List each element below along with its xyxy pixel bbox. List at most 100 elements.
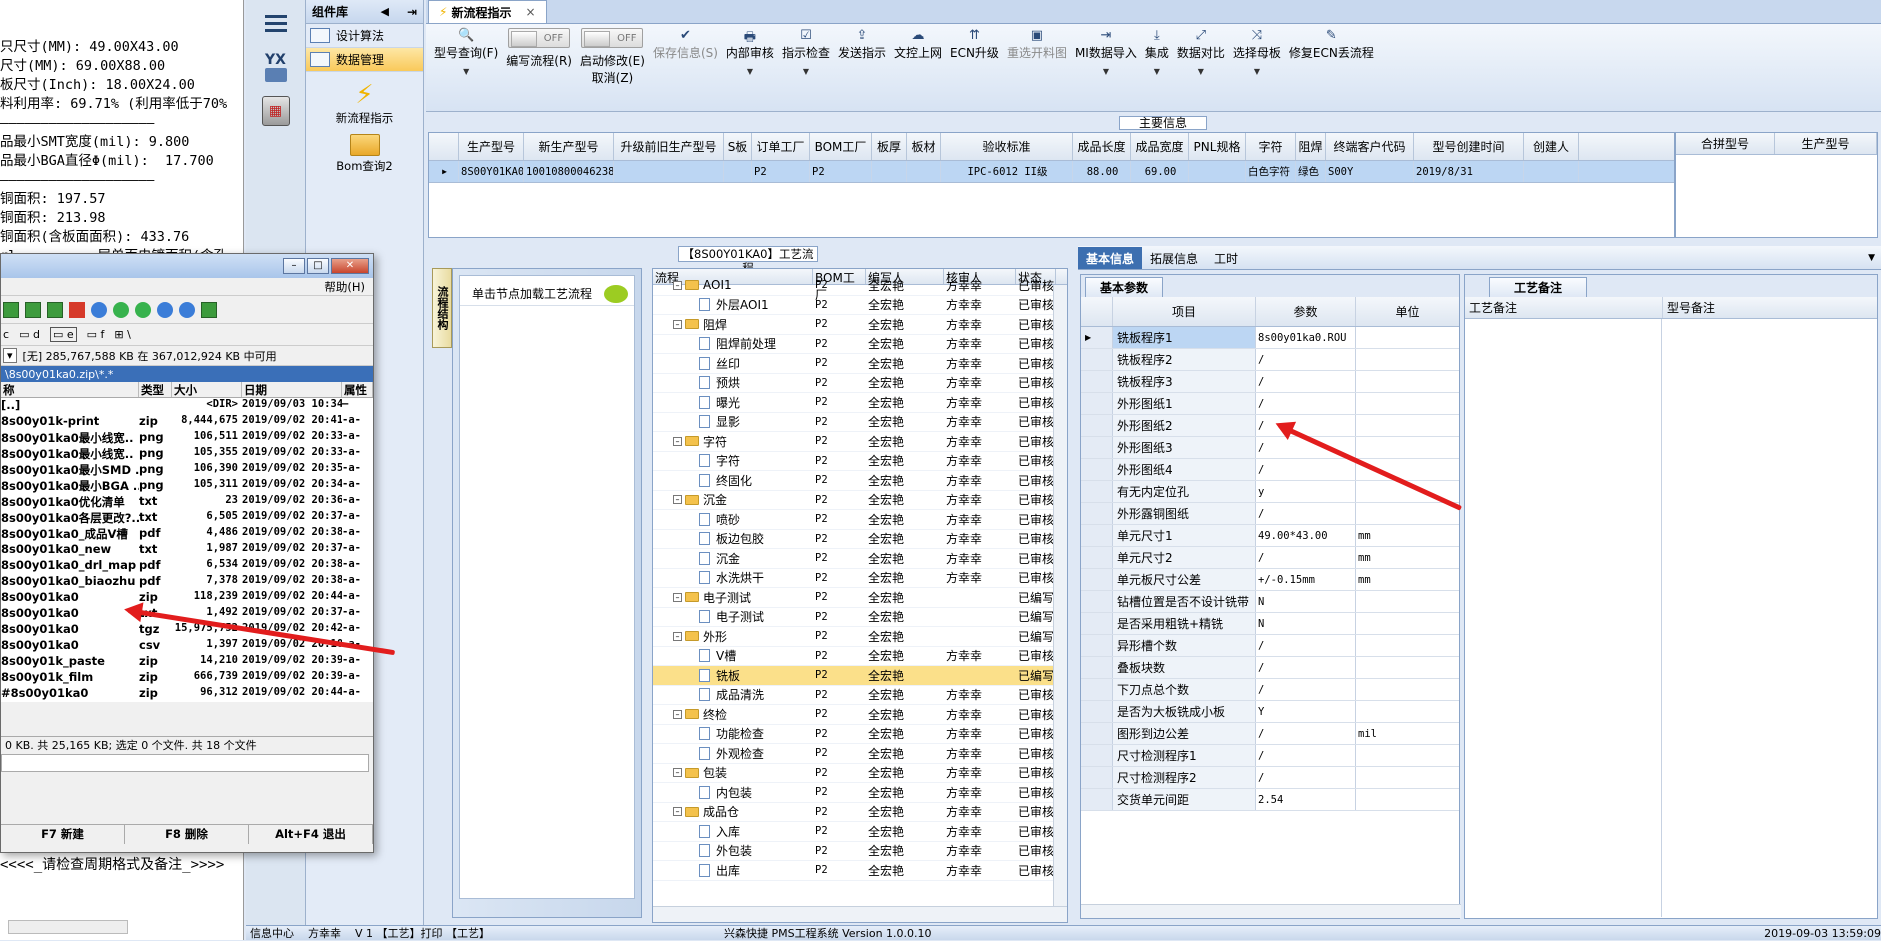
flow-tree-row[interactable]: – 包装 P2 全宏艳 方幸幸 已审核 [653, 764, 1067, 783]
close-button[interactable]: ✕ [331, 258, 369, 274]
toolbar-button[interactable]: ▣ 重选开料图 [1003, 28, 1071, 111]
file-row[interactable]: 8s00y01ka0 zip 118,239 2019/09/02 20:44 -a- [1, 590, 373, 606]
flow-tree-row[interactable]: – 成品仓 P2 全宏艳 方幸幸 已审核 [653, 803, 1067, 822]
param-row[interactable]: 外形图纸4/ [1081, 459, 1459, 481]
param-row[interactable]: 交货单元间距 2.54 [1081, 789, 1459, 811]
flow-tree-row[interactable]: 外包装 P2 全宏艳 方幸幸 已审核 [653, 842, 1067, 861]
dropdown-arrow-icon[interactable]: ▼ [803, 67, 809, 76]
param-value[interactable]: / [1256, 635, 1356, 656]
toolbar-button[interactable]: ⇈ ECN升级 [946, 28, 1003, 111]
expand-toggle-icon[interactable]: – [673, 807, 682, 817]
param-value[interactable]: N [1256, 613, 1356, 634]
param-row[interactable]: 外形图纸2/ [1081, 415, 1459, 437]
file-row[interactable]: 8s00y01ka0_biaozhu pdf 7,378 2019/09/02 20:… [1, 574, 373, 590]
dropdown-arrow-icon[interactable]: ▼ [1154, 67, 1160, 76]
param-value[interactable]: 2.54 [1256, 789, 1356, 810]
flow-tree-row[interactable]: 电子测试 P2 全宏艳 已编写 [653, 608, 1067, 627]
toolbar-button[interactable]: ⤢ 数据对比 ▼ [1173, 28, 1229, 111]
param-row[interactable]: 叠板块数 / [1081, 657, 1459, 679]
param-row[interactable]: 铣板程序2/ [1081, 349, 1459, 371]
collapse-left-icon[interactable]: ◀ [380, 5, 388, 18]
param-value[interactable]: / [1256, 723, 1356, 744]
flow-tree-row[interactable]: 入库 P2 全宏艳 方幸幸 已审核 [653, 822, 1067, 842]
param-row[interactable]: 单元尺寸2/mm [1081, 547, 1459, 569]
toolbar-button[interactable]: ⇥ MI数据导入 ▼ [1071, 28, 1141, 111]
main-info-row[interactable]: ▶ 8S00Y01KA0 10010800046238 P2 P2 IPC-6012 II… [429, 161, 1674, 183]
app-icon[interactable] [157, 301, 173, 318]
param-value[interactable]: 8s00y01ka0.ROU [1256, 327, 1356, 348]
file-row[interactable]: 8s00y01ka0最小线宽.. png 106,511 2019/09/02 20:… [1, 430, 373, 446]
app-icon[interactable] [91, 301, 107, 318]
calculator-icon[interactable]: ▦ [254, 92, 298, 130]
app-icon[interactable] [135, 301, 151, 318]
param-value[interactable]: / [1256, 415, 1356, 436]
flow-tree-row[interactable]: – 字符 P2 全宏艳 方幸幸 已审核 [653, 432, 1067, 452]
flow-tree-row[interactable]: – 沉金 P2 全宏艳 方幸幸 已审核 [653, 491, 1067, 510]
param-row[interactable]: 是否为大板铣成小板 Y [1081, 701, 1459, 723]
fkey-button[interactable]: Alt+F4 退出 [249, 825, 373, 844]
expand-toggle-icon[interactable]: – [673, 768, 682, 778]
drive-d-button[interactable]: ▭ d [19, 328, 40, 341]
drive-c-button[interactable]: c [3, 328, 9, 341]
info-tabs-dropdown-icon[interactable]: ▼ [1868, 253, 1875, 263]
dropdown-arrow-icon[interactable]: ▼ [463, 67, 469, 76]
command-line-input[interactable] [1, 754, 369, 772]
fm-column-header[interactable]: 称 [1, 382, 139, 397]
expand-toggle-icon[interactable]: – [673, 592, 682, 602]
expand-toggle-icon[interactable]: – [673, 709, 682, 719]
param-value[interactable]: / [1256, 503, 1356, 524]
drive-select[interactable]: ▾ [3, 348, 17, 363]
flow-tree-row[interactable]: 成品清洗 P2 全宏艳 方幸幸 已审核 [653, 686, 1067, 705]
flow-tree-row[interactable]: 铣板 P2 全宏艳 已编写 [653, 666, 1067, 686]
param-row[interactable]: 图形到边公差 / mil [1081, 723, 1459, 745]
expand-toggle-icon[interactable]: – [673, 495, 682, 505]
param-value[interactable]: / [1256, 371, 1356, 392]
expand-toggle-icon[interactable]: – [673, 280, 682, 290]
app-icon[interactable] [179, 301, 195, 318]
dropdown-arrow-icon[interactable]: ▼ [1254, 67, 1260, 76]
param-row[interactable]: 外形图纸1/ [1081, 393, 1459, 415]
file-row[interactable]: 8s00y01ka0优化清单 txt 23 2019/09/02 20:36 -a- [1, 494, 373, 510]
params-hscroll[interactable] [1081, 904, 1461, 918]
toolbar-button[interactable]: OFF 编写流程(R) [502, 28, 576, 111]
param-value[interactable]: / [1256, 459, 1356, 480]
param-value[interactable]: y [1256, 481, 1356, 502]
flow-tree-row[interactable]: 功能检查 P2 全宏艳 方幸幸 已审核 [653, 725, 1067, 744]
file-row[interactable]: 8s00y01ka0 tgz 15,975,752 2019/09/02 20:42-… [1, 622, 373, 638]
notepad-scrollbar[interactable] [8, 920, 128, 934]
toggle-switch[interactable]: OFF [581, 28, 644, 48]
toolbar-button[interactable]: ✎ 修复ECN丢流程 [1285, 28, 1378, 111]
param-value[interactable]: Y [1256, 701, 1356, 722]
file-row[interactable]: [..] <DIR> 2019/09/03 10:34— [1, 398, 373, 414]
flow-tree-row[interactable]: 阻焊前处理 P2 全宏艳 方幸幸 已审核 [653, 335, 1067, 354]
comp-item-design-algorithm[interactable]: 设计算法 [306, 24, 423, 48]
pdf-icon[interactable] [69, 301, 85, 318]
excel-icon[interactable] [3, 301, 19, 318]
tab-new-flow-instruction[interactable]: ⚡ 新流程指示 × [428, 0, 547, 23]
drive-e-button[interactable]: ▭ e [49, 327, 77, 342]
file-row[interactable]: #8s00y01ka0 zip 96,312 2019/09/02 20:44 -a- [1, 686, 373, 702]
file-row[interactable]: 8s00y01ka0最小线宽.. png 105,355 2019/09/02 20:… [1, 446, 373, 462]
expand-toggle-icon[interactable]: – [673, 436, 682, 446]
drive-f-button[interactable]: ▭ f [87, 328, 105, 341]
toolbar-button[interactable]: ⤨ 选择母板 ▼ [1229, 28, 1285, 111]
param-row[interactable]: 外形图纸3/ [1081, 437, 1459, 459]
param-row[interactable]: 外形露铜图纸 / [1081, 503, 1459, 525]
param-value[interactable]: N [1256, 591, 1356, 612]
toggle-switch[interactable]: OFF [508, 28, 571, 48]
excel-icon[interactable] [25, 301, 41, 318]
dropdown-arrow-icon[interactable]: ▼ [1198, 67, 1204, 76]
network-drive-button[interactable]: ⊞ \ [114, 328, 130, 341]
yx-app-icon[interactable]: YX [254, 48, 298, 86]
new-flow-instruction-button[interactable]: ⚡ 新流程指示 [306, 80, 423, 126]
param-row[interactable]: 铣板程序3/ [1081, 371, 1459, 393]
flow-tree-row[interactable]: 丝印 P2 全宏艳 方幸幸 已审核 [653, 354, 1067, 374]
flow-tree-row[interactable]: – 阻焊 P2 全宏艳 方幸幸 已审核 [653, 315, 1067, 335]
dropdown-arrow-icon[interactable]: ▼ [747, 67, 753, 76]
fkey-button[interactable]: F8 删除 [125, 825, 249, 844]
flow-tree-row[interactable]: 预烘 P2 全宏艳 方幸幸 已审核 [653, 374, 1067, 393]
param-row[interactable]: 异形槽个数 / [1081, 635, 1459, 657]
file-row[interactable]: 8s00y01k_paste zip 14,210 2019/09/02 20:39-… [1, 654, 373, 670]
fkey-button[interactable]: F7 新建 [1, 825, 125, 844]
flow-tree-row[interactable]: 显影 P2 全宏艳 方幸幸 已审核 [653, 413, 1067, 432]
